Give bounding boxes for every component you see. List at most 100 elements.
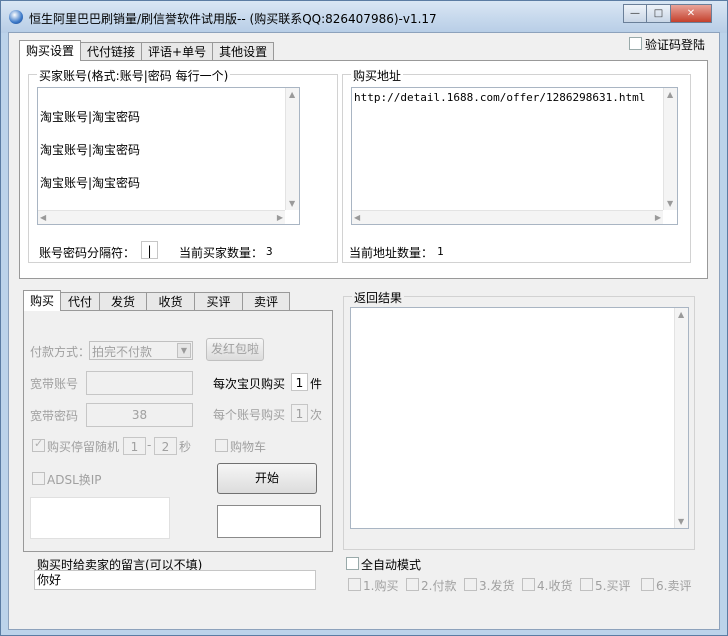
random-max-input[interactable]: 2 xyxy=(154,437,177,455)
auto-step-checkbox[interactable] xyxy=(641,578,654,591)
pay-method-select[interactable]: 拍完不付款 ▼ xyxy=(89,341,193,360)
buyer-accounts-textarea[interactable]: 淘宝账号|淘宝密码 淘宝账号|淘宝密码 淘宝账号|淘宝密码 ▲ ▼ ◀ ▶ xyxy=(37,87,300,225)
auto-step-label: 1.购买 xyxy=(363,579,399,593)
tab-reviews-numbers[interactable]: 评语+单号 xyxy=(141,42,214,61)
purchase-address-url: http://detail.1688.com/offer/1286298631.… xyxy=(354,91,646,104)
top-tab-bar: 购买设置 代付链接 评语+单号 其他设置 xyxy=(19,40,275,61)
broadband-account-label: 宽带账号 xyxy=(30,377,79,391)
auto-step-label: 4.收货 xyxy=(537,579,573,593)
app-icon xyxy=(9,10,23,24)
results-textarea[interactable]: ▲ ▼ xyxy=(350,307,689,529)
per-account-unit: 次 xyxy=(310,408,323,422)
random-stop-label: 购买停留随机 xyxy=(47,440,120,454)
close-button[interactable]: ✕ xyxy=(670,4,712,23)
buyer-account-line: 淘宝账号|淘宝密码 xyxy=(40,143,141,157)
per-item-input[interactable]: 1 xyxy=(291,373,308,391)
scroll-down-arrow-icon[interactable]: ▼ xyxy=(667,199,673,208)
buyer-account-line: 淘宝账号|淘宝密码 xyxy=(40,110,141,124)
action-tab-bar: 购买 代付 发货 收货 买评 卖评 xyxy=(23,290,290,311)
horizontal-scrollbar[interactable]: ◀ ▶ xyxy=(352,210,663,224)
auto-step-label: 6.卖评 xyxy=(656,579,692,593)
per-account-label: 每个账号购买 xyxy=(213,408,286,422)
start-button[interactable]: 开始 xyxy=(217,463,317,494)
per-item-unit: 件 xyxy=(310,377,323,391)
adsl-checkbox[interactable] xyxy=(32,472,45,485)
tab-purchase-settings[interactable]: 购买设置 xyxy=(19,40,82,61)
scroll-down-arrow-icon[interactable]: ▼ xyxy=(678,517,684,526)
tab-seller-review[interactable]: 卖评 xyxy=(242,292,290,311)
auto-step-checkbox[interactable] xyxy=(522,578,535,591)
pay-method-value: 拍完不付款 xyxy=(92,345,153,359)
buyer-count-value: 3 xyxy=(266,245,273,258)
scroll-down-arrow-icon[interactable]: ▼ xyxy=(289,199,295,208)
buyer-accounts-group-label: 买家账号(格式:账号|密码 每行一个) xyxy=(37,67,231,84)
per-item-label: 每次宝贝购买 xyxy=(213,377,286,391)
auto-step-checkbox[interactable] xyxy=(348,578,361,591)
broadband-password-input[interactable]: 38 xyxy=(86,403,193,427)
broadband-account-input[interactable] xyxy=(86,371,193,395)
minimize-button[interactable]: — xyxy=(623,4,647,23)
auto-step-checkbox[interactable] xyxy=(406,578,419,591)
buyer-count-label: 当前买家数量： xyxy=(179,246,264,260)
auto-mode-label: 全自动模式 xyxy=(361,558,422,572)
cart-label: 购物车 xyxy=(230,440,267,454)
status-box-left xyxy=(30,497,170,539)
vertical-scrollbar[interactable]: ▲ ▼ xyxy=(663,88,677,210)
purchase-address-group: 购买地址 http://detail.1688.com/offer/128629… xyxy=(342,67,691,263)
auto-mode-checkbox[interactable] xyxy=(346,557,359,570)
app-window: 恒生阿里巴巴刷销量/刷信誉软件试用版-- (购买联系QQ:826407986)-… xyxy=(0,0,728,636)
red-envelope-button[interactable]: 发红包啦 xyxy=(206,338,264,361)
status-box-right xyxy=(217,505,321,538)
client-area: 验证码登陆 购买设置 代付链接 评语+单号 其他设置 买家账号(格式:账号|密码… xyxy=(8,32,720,630)
buyer-account-line: 淘宝账号|淘宝密码 xyxy=(40,176,141,190)
message-input[interactable]: 你好 xyxy=(34,570,316,590)
results-group: 返回结果 ▲ ▼ xyxy=(343,289,695,550)
address-count-value: 1 xyxy=(437,245,444,258)
maximize-button[interactable]: □ xyxy=(646,4,671,23)
chevron-down-icon[interactable]: ▼ xyxy=(177,343,191,358)
auto-mode-steps: 1.购买 2.付款 3.发货 4.收货 5.买评 6.卖评 xyxy=(346,573,700,599)
scroll-up-arrow-icon[interactable]: ▲ xyxy=(667,90,673,99)
purchase-address-textarea[interactable]: http://detail.1688.com/offer/1286298631.… xyxy=(351,87,678,225)
tab-buyer-review[interactable]: 买评 xyxy=(194,292,243,311)
vertical-scrollbar[interactable]: ▲ ▼ xyxy=(285,88,299,210)
vertical-scrollbar[interactable]: ▲ ▼ xyxy=(674,308,688,528)
results-group-label: 返回结果 xyxy=(352,289,405,306)
scroll-right-arrow-icon[interactable]: ▶ xyxy=(277,213,283,222)
message-group: 购买时给卖家的留言(可以不填) 你好 xyxy=(26,556,325,594)
adsl-label: ADSL换IP xyxy=(47,473,102,487)
tab-other-settings[interactable]: 其他设置 xyxy=(212,42,275,61)
tab-ship[interactable]: 发货 xyxy=(99,292,147,311)
broadband-password-label: 宽带密码 xyxy=(30,409,79,423)
tab-buy[interactable]: 购买 xyxy=(23,290,61,311)
tab-proxy-pay[interactable]: 代付 xyxy=(60,292,100,311)
auto-step-label: 2.付款 xyxy=(421,579,457,593)
tab-proxy-pay-links[interactable]: 代付链接 xyxy=(80,42,143,61)
auto-step-label: 5.买评 xyxy=(595,579,631,593)
checkmark-icon: ✓ xyxy=(34,437,44,450)
scroll-up-arrow-icon[interactable]: ▲ xyxy=(289,90,295,99)
random-unit: 秒 xyxy=(179,440,192,454)
address-count-label: 当前地址数量： xyxy=(349,246,434,260)
random-min-input[interactable]: 1 xyxy=(123,437,146,455)
horizontal-scrollbar[interactable]: ◀ ▶ xyxy=(38,210,285,224)
scroll-left-arrow-icon[interactable]: ◀ xyxy=(40,213,46,222)
verify-login-label: 验证码登陆 xyxy=(645,38,706,52)
tab-receive[interactable]: 收货 xyxy=(146,292,195,311)
scroll-right-arrow-icon[interactable]: ▶ xyxy=(655,213,661,222)
cart-checkbox[interactable] xyxy=(215,439,228,452)
scroll-up-arrow-icon[interactable]: ▲ xyxy=(678,310,684,319)
auto-step-checkbox[interactable] xyxy=(464,578,477,591)
separator-label: 账号密码分隔符： xyxy=(39,246,136,260)
buyer-accounts-group: 买家账号(格式:账号|密码 每行一个) 淘宝账号|淘宝密码 淘宝账号|淘宝密码 … xyxy=(28,67,338,263)
random-stop-checkbox[interactable]: ✓ xyxy=(32,437,45,452)
auto-step-label: 3.发货 xyxy=(479,579,515,593)
separator-input[interactable]: | xyxy=(141,241,158,259)
pay-method-label: 付款方式： xyxy=(30,345,91,359)
random-dash: - xyxy=(147,438,152,452)
scroll-left-arrow-icon[interactable]: ◀ xyxy=(354,213,360,222)
verify-login-checkbox[interactable] xyxy=(629,37,642,50)
auto-step-checkbox[interactable] xyxy=(580,578,593,591)
per-account-input[interactable]: 1 xyxy=(291,404,308,422)
window-title: 恒生阿里巴巴刷销量/刷信誉软件试用版-- (购买联系QQ:826407986)-… xyxy=(29,12,437,26)
